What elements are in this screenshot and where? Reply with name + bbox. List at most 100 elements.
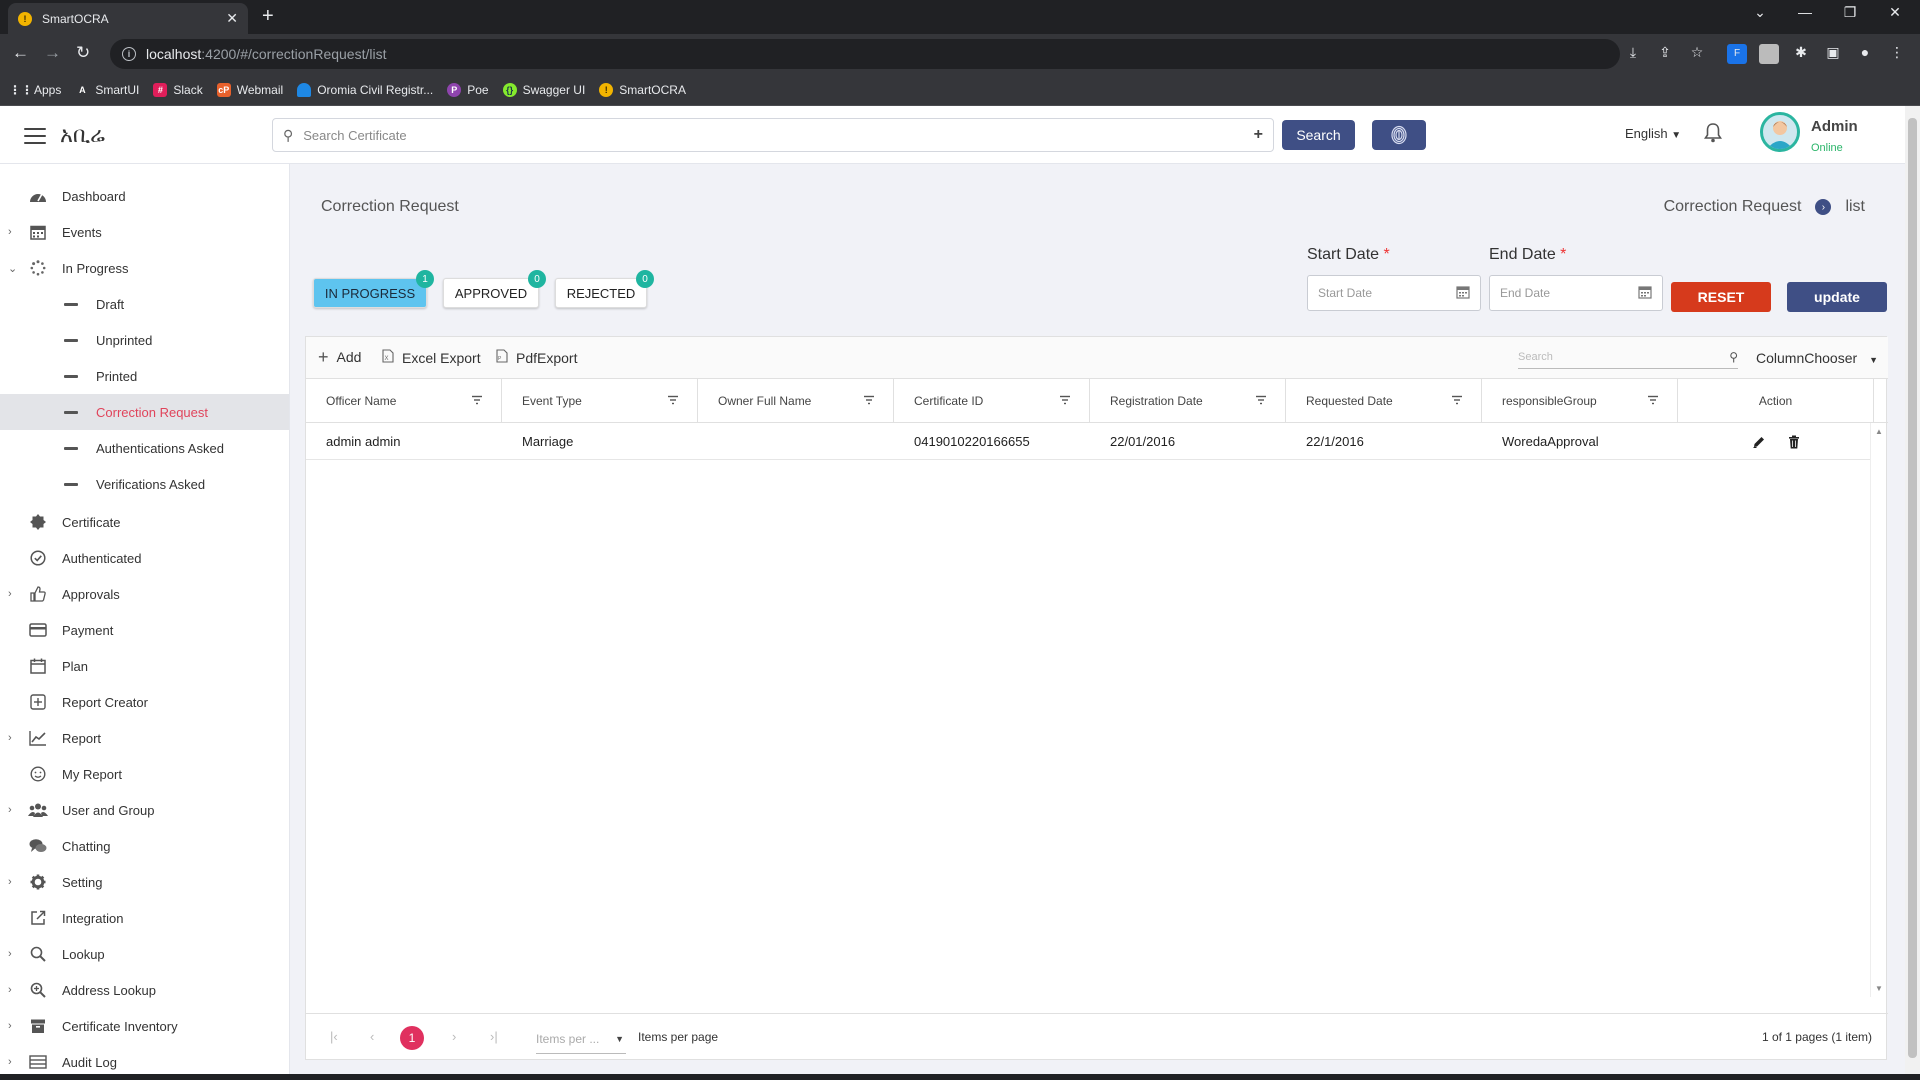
extension-icon[interactable]: F (1727, 44, 1747, 64)
reload-icon[interactable]: ↻ (76, 43, 90, 63)
current-page-button[interactable]: 1 (400, 1026, 424, 1050)
column-header-officer-name[interactable]: Officer Name (306, 379, 502, 423)
sidebar-item-approvals[interactable]: › Approvals (0, 576, 289, 612)
sidebar-item-lookup[interactable]: › Lookup (0, 936, 289, 972)
language-select[interactable]: English ▼ (1625, 126, 1681, 141)
table-row[interactable]: admin admin Marriage 0419010220166655 22… (306, 423, 1871, 460)
menu-toggle-icon[interactable] (24, 128, 46, 144)
reset-button[interactable]: RESET (1671, 282, 1771, 312)
column-header-requested-date[interactable]: Requested Date (1286, 379, 1482, 423)
sidebar-item-setting[interactable]: › Setting (0, 864, 289, 900)
certificate-search-input[interactable]: ⚲ Search Certificate + (272, 118, 1274, 152)
tab-rejected[interactable]: REJECTED 0 (555, 270, 654, 308)
calendar-icon[interactable] (1456, 285, 1470, 302)
bookmark-slack[interactable]: # Slack (153, 82, 203, 97)
side-panel-icon[interactable]: ▣ (1823, 44, 1843, 64)
column-header-registration-date[interactable]: Registration Date (1090, 379, 1286, 423)
window-close-icon[interactable]: ✕ (1875, 4, 1915, 21)
bookmark-swagger[interactable]: {} Swagger UI (502, 82, 585, 97)
close-tab-icon[interactable]: ✕ (226, 10, 238, 27)
bookmark-smartui[interactable]: A SmartUI (75, 83, 139, 97)
install-icon[interactable]: ⤓ (1623, 44, 1643, 64)
filter-icon[interactable] (471, 395, 483, 405)
filter-icon[interactable] (1451, 395, 1463, 405)
column-chooser-button[interactable]: ColumnChooser ▼ (1756, 350, 1878, 366)
site-info-icon[interactable]: i (122, 47, 136, 61)
sidebar-item-in-progress[interactable]: ⌄ In Progress (0, 250, 289, 286)
minimize-icon[interactable]: — (1785, 4, 1825, 20)
items-per-page-select[interactable]: Items per ... ▼ (536, 1024, 626, 1054)
tab-search-icon[interactable]: ⌄ (1740, 4, 1780, 21)
url-field[interactable]: i localhost :4200/#/correctionRequest/li… (110, 39, 1620, 69)
filter-icon[interactable] (1255, 395, 1267, 405)
delete-trash-icon[interactable] (1788, 435, 1800, 449)
back-icon[interactable]: ← (12, 43, 29, 63)
sidebar-item-report-creator[interactable]: Report Creator (0, 684, 289, 720)
sidebar-item-certificate-inventory[interactable]: › Certificate Inventory (0, 1008, 289, 1044)
scroll-down-icon[interactable]: ▼ (1875, 984, 1883, 993)
search-button[interactable]: Search (1282, 120, 1355, 150)
sidebar-item-report[interactable]: › Report (0, 720, 289, 756)
sidebar-item-authentications-asked[interactable]: Authentications Asked (0, 430, 289, 466)
advanced-search-plus-icon[interactable]: + (1254, 126, 1263, 144)
tab-approved[interactable]: APPROVED 0 (443, 270, 546, 308)
edit-pencil-icon[interactable] (1752, 435, 1766, 449)
bookmark-smartocra[interactable]: ! SmartOCRA (599, 82, 686, 97)
bookmark-apps[interactable]: ⋮⋮ Apps (9, 83, 61, 97)
sidebar-item-correction-request[interactable]: Correction Request (0, 394, 289, 430)
sidebar-item-chatting[interactable]: Chatting (0, 828, 289, 864)
first-page-icon[interactable]: |‹ (330, 1029, 338, 1044)
scroll-up-icon[interactable]: ▲ (1875, 427, 1883, 436)
tab-in-progress[interactable]: IN PROGRESS 1 (313, 270, 434, 308)
sidebar-item-user-and-group[interactable]: › User and Group (0, 792, 289, 828)
calendar-icon[interactable] (1638, 285, 1652, 302)
column-header-certificate-id[interactable]: Certificate ID (894, 379, 1090, 423)
restore-icon[interactable]: ❐ (1830, 4, 1870, 21)
start-date-field[interactable]: Start Date (1307, 275, 1481, 311)
extension-2-icon[interactable] (1759, 44, 1779, 64)
add-button[interactable]: + Add (318, 348, 361, 366)
grid-vertical-scrollbar[interactable]: ▲ ▼ (1870, 423, 1886, 997)
bookmark-webmail[interactable]: cP Webmail (216, 82, 283, 97)
sidebar-item-my-report[interactable]: My Report (0, 756, 289, 792)
column-header-owner-full-name[interactable]: Owner Full Name (698, 379, 894, 423)
bookmark-star-icon[interactable]: ☆ (1687, 44, 1707, 64)
prev-page-icon[interactable]: ‹ (370, 1029, 374, 1044)
end-date-field[interactable]: End Date (1489, 275, 1663, 311)
fingerprint-button[interactable] (1372, 120, 1426, 150)
avatar[interactable] (1760, 112, 1800, 152)
last-page-icon[interactable]: ›| (490, 1029, 498, 1044)
forward-icon[interactable]: → (44, 43, 61, 63)
sidebar-item-events[interactable]: › Events (0, 214, 289, 250)
sidebar-item-integration[interactable]: Integration (0, 900, 289, 936)
column-header-responsible-group[interactable]: responsibleGroup (1482, 379, 1678, 423)
column-header-event-type[interactable]: Event Type (502, 379, 698, 423)
filter-icon[interactable] (1647, 395, 1659, 405)
notification-bell-icon[interactable] (1704, 122, 1722, 147)
sidebar-item-certificate[interactable]: Certificate (0, 504, 289, 540)
sidebar-item-draft[interactable]: Draft (0, 286, 289, 322)
browser-tab[interactable]: ! SmartOCRA ✕ (8, 3, 248, 34)
sidebar-item-payment[interactable]: Payment (0, 612, 289, 648)
page-vertical-scrollbar[interactable] (1905, 106, 1920, 1074)
breadcrumb-parent[interactable]: Correction Request (1664, 198, 1802, 216)
new-tab-icon[interactable]: + (262, 5, 274, 28)
sidebar-item-audit-log[interactable]: › Audit Log (0, 1044, 289, 1074)
bookmark-poe[interactable]: P Poe (447, 82, 489, 97)
filter-icon[interactable] (1059, 395, 1071, 405)
update-button[interactable]: update (1787, 282, 1887, 312)
filter-icon[interactable] (667, 395, 679, 405)
sidebar-item-plan[interactable]: Plan (0, 648, 289, 684)
search-icon[interactable]: ⚲ (1729, 350, 1738, 364)
sidebar-item-dashboard[interactable]: Dashboard (0, 178, 289, 214)
filter-icon[interactable] (863, 395, 875, 405)
share-icon[interactable]: ⇪ (1655, 44, 1675, 64)
profile-icon[interactable]: ● (1855, 44, 1875, 64)
browser-menu-icon[interactable]: ⋮ (1887, 44, 1907, 64)
next-page-icon[interactable]: › (452, 1029, 456, 1044)
sidebar-item-verifications-asked[interactable]: Verifications Asked (0, 466, 289, 502)
pdf-export-button[interactable]: P PdfExport (496, 349, 577, 366)
sidebar-item-printed[interactable]: Printed (0, 358, 289, 394)
sidebar-item-address-lookup[interactable]: › Address Lookup (0, 972, 289, 1008)
sidebar-item-unprinted[interactable]: Unprinted (0, 322, 289, 358)
